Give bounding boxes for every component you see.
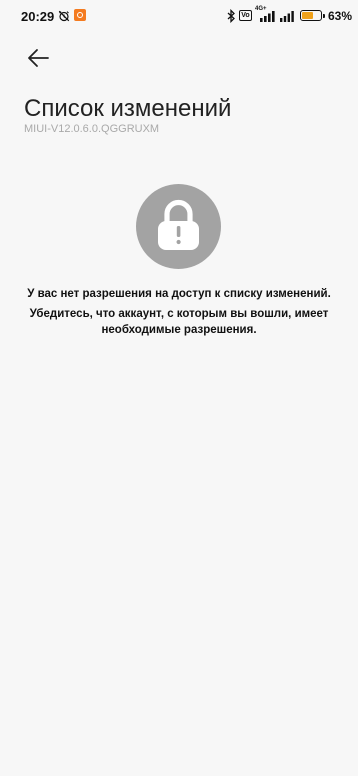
volte-icon: Vo: [239, 10, 252, 21]
alarm-off-icon: [58, 10, 70, 22]
status-right-group: Vo 4G+ 63%: [227, 6, 352, 24]
back-button[interactable]: [22, 44, 54, 72]
page-title: Список изменений: [24, 95, 232, 122]
status-bar: 20:29 Vo 4G+ 63%: [0, 0, 358, 34]
battery-percent: 63%: [327, 9, 352, 23]
version-subtitle: MIUI-V12.0.6.0.QGGRUXM: [24, 123, 160, 135]
battery-icon: [300, 10, 326, 21]
volte-label: Vo: [241, 12, 250, 19]
lock-badge: [136, 184, 221, 269]
permission-hint-line-2: необходимые разрешения.: [101, 324, 257, 336]
permission-hint-message: Убедитесь, что аккаунт, с которым вы вош…: [0, 306, 358, 338]
arrow-left-icon: [28, 49, 49, 67]
signal-4g-icon: 4G+: [255, 6, 277, 22]
permission-error-message: У вас нет разрешения на доступ к списку …: [27, 288, 331, 300]
app-notification-icon: [74, 9, 86, 21]
bluetooth-icon: [227, 9, 235, 23]
signal-icon: [280, 11, 294, 22]
lock-icon: [158, 199, 199, 250]
battery-fill: [302, 12, 314, 19]
permission-hint-line-1: Убедитесь, что аккаунт, с которым вы вош…: [29, 308, 329, 320]
status-time: 20:29: [21, 9, 55, 24]
